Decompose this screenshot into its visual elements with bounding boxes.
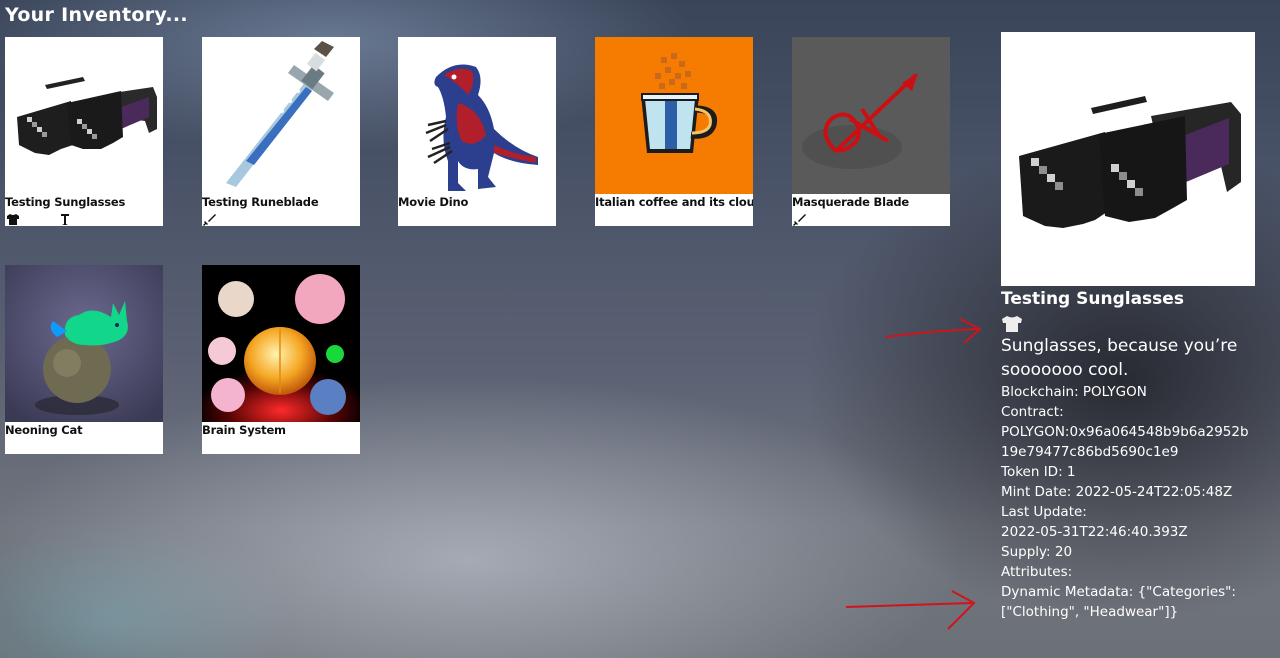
sword-icon bbox=[793, 211, 807, 230]
sword-icon bbox=[203, 211, 217, 230]
item-name: Brain System bbox=[202, 423, 286, 437]
annotation-arrow-bottom bbox=[845, 590, 976, 630]
attributes-field: Attributes: bbox=[1001, 564, 1073, 580]
blockchain-field: Blockchain: POLYGON bbox=[1001, 384, 1147, 400]
item-image bbox=[398, 37, 556, 194]
item-image bbox=[202, 265, 360, 422]
item-name: Movie Dino bbox=[398, 195, 469, 209]
inventory-item-italian-coffee[interactable]: Italian coffee and its cloud bbox=[595, 37, 753, 226]
token-id-field: Token ID: 1 bbox=[1001, 464, 1076, 480]
item-image bbox=[202, 37, 360, 194]
item-name: Testing Runeblade bbox=[202, 195, 319, 209]
mint-date-field: Mint Date: 2022-05-24T22:05:48Z bbox=[1001, 484, 1233, 500]
item-image bbox=[5, 37, 163, 194]
inventory-item-masquerade-blade[interactable]: Masquerade Blade bbox=[792, 37, 950, 226]
page-title: Your Inventory... bbox=[5, 4, 188, 26]
contract-label: Contract: bbox=[1001, 404, 1064, 420]
contract-value: POLYGON:0x96a064548b9b6a2952b19e79477c86… bbox=[1001, 424, 1249, 460]
last-update-value: 2022-05-31T22:46:40.393Z bbox=[1001, 524, 1188, 540]
selected-item-description: Sunglasses, because you’re sooooooo cool… bbox=[1001, 336, 1238, 380]
last-update-label: Last Update: bbox=[1001, 504, 1087, 520]
inventory-item-neoning-cat[interactable]: Neoning Cat bbox=[5, 265, 163, 454]
item-image bbox=[595, 37, 753, 194]
inventory-item-movie-dino[interactable]: Movie Dino bbox=[398, 37, 556, 226]
inventory-item-testing-sunglasses[interactable]: Testing Sunglasses bbox=[5, 37, 163, 226]
item-name: Masquerade Blade bbox=[792, 195, 910, 209]
item-image bbox=[5, 265, 163, 422]
selected-item-image bbox=[1001, 32, 1255, 286]
shirt-icon bbox=[1001, 314, 1271, 336]
selected-item-name: Testing Sunglasses bbox=[1001, 289, 1184, 309]
inventory-item-brain-system[interactable]: Brain System bbox=[202, 265, 360, 454]
item-image bbox=[792, 37, 950, 194]
inventory-item-testing-runeblade[interactable]: Testing Runeblade bbox=[202, 37, 360, 226]
selected-item-details: Testing Sunglasses Sunglasses, because y… bbox=[1001, 288, 1271, 622]
dynamic-metadata-field: Dynamic Metadata: {"Categories": ["Cloth… bbox=[1001, 584, 1236, 620]
hanger-icon bbox=[58, 211, 72, 230]
item-name: Testing Sunglasses bbox=[5, 195, 126, 209]
supply-field: Supply: 20 bbox=[1001, 544, 1073, 560]
shirt-icon bbox=[6, 211, 20, 230]
annotation-arrow-top bbox=[885, 318, 982, 344]
item-name: Italian coffee and its cloud bbox=[595, 195, 753, 209]
item-name: Neoning Cat bbox=[5, 423, 83, 437]
